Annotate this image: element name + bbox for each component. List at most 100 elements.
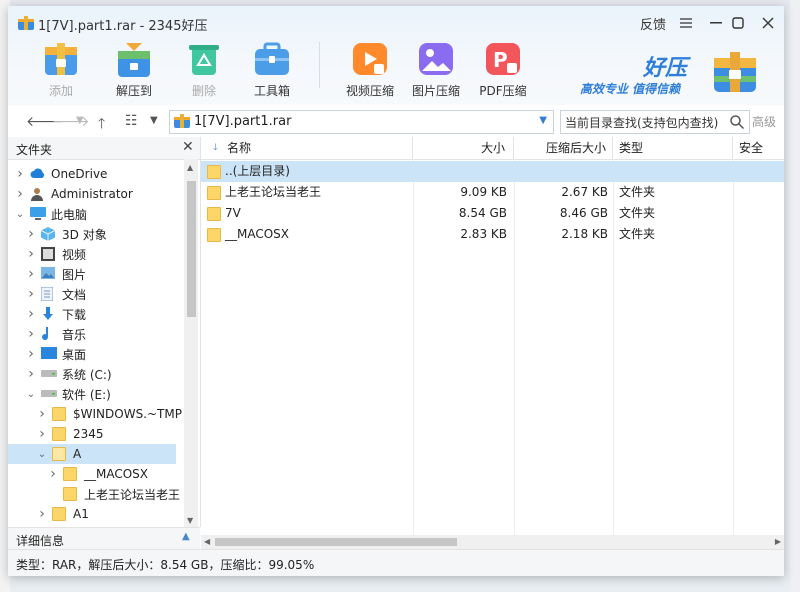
chevron-right-icon[interactable]: › (36, 426, 48, 442)
folder-tree-header: 文件夹 ✕ (8, 137, 200, 160)
tree-item[interactable]: ⌄ 此电脑 (8, 204, 87, 224)
chevron-right-icon[interactable]: › (25, 346, 37, 362)
tree-item-label: 3D 对象 (62, 227, 107, 242)
add-button[interactable]: 添加 (29, 39, 93, 103)
tree-item[interactable]: ⌄ A (8, 444, 176, 464)
feedback-link[interactable]: 反馈 (640, 14, 666, 33)
tree-item-label: __MACOSX (84, 467, 149, 481)
path-combobox[interactable]: 1[7V].part1.rar ▼ (169, 110, 554, 134)
tree-item-label: 上老王论坛当老王 (84, 487, 181, 502)
expand-details-icon[interactable]: ▲ (182, 531, 190, 542)
delete-button[interactable]: 删除 (172, 39, 236, 103)
scroll-right-icon[interactable]: ▶ (775, 537, 781, 546)
column-type[interactable]: 类型 (613, 137, 733, 159)
tree-item[interactable]: › A1 (8, 504, 89, 524)
image-compress-button[interactable]: 图片压缩 (404, 39, 468, 103)
path-dropdown-icon[interactable]: ▼ (539, 115, 547, 126)
toolbox-button[interactable]: 工具箱 (240, 39, 304, 103)
chevron-down-icon[interactable]: ⌄ (25, 389, 37, 400)
tree-item[interactable]: › 文档 (8, 284, 86, 304)
scroll-left-icon[interactable]: ◀ (204, 537, 210, 546)
row-type: 文件夹 (619, 206, 656, 220)
column-size[interactable]: 大小 (413, 137, 514, 159)
row-name: 上老王论坛当老王 (225, 185, 322, 199)
cube-icon (40, 227, 57, 241)
table-row[interactable]: 7V 8.54 GB 8.46 GB 文件夹 (201, 203, 784, 224)
tree-item[interactable]: › Administrator (8, 184, 133, 204)
chevron-right-icon[interactable]: › (36, 406, 48, 422)
search-icon[interactable] (729, 114, 745, 130)
chevron-right-icon[interactable]: › (25, 266, 37, 282)
tree-item[interactable]: ⌄ 软件 (E:) (8, 384, 111, 404)
tree-item[interactable]: › 音乐 (8, 324, 86, 344)
app-window: 1[7V].part1.rar - 2345好压 反馈 添加 解压到 删除 工具… (8, 6, 784, 576)
folder-icon (52, 427, 68, 441)
tree-item-label: 视频 (62, 247, 87, 262)
chevron-right-icon[interactable]: › (25, 286, 37, 302)
tree-scroll-thumb[interactable] (187, 181, 196, 317)
view-mode-icon[interactable]: ☷ (125, 113, 138, 129)
row-size: 2.83 KB (460, 227, 507, 241)
extract-button[interactable]: 解压到 (102, 39, 166, 103)
chevron-down-icon[interactable]: ⌄ (14, 209, 26, 220)
chevron-right-icon[interactable]: › (25, 226, 37, 242)
tree-item[interactable]: › __MACOSX (8, 464, 148, 484)
chevron-right-icon[interactable]: › (25, 326, 37, 342)
view-mode-chevron-icon[interactable]: ▼ (150, 115, 158, 126)
chevron-right-icon[interactable]: › (25, 306, 37, 322)
tree-item[interactable]: › OneDrive (8, 164, 107, 184)
tree-item[interactable]: › 图片 (8, 264, 86, 284)
folder-icon (63, 467, 79, 481)
history-chevron-icon[interactable]: ▼ (76, 115, 84, 126)
table-row[interactable]: __MACOSX 2.83 KB 2.18 KB 文件夹 (201, 224, 784, 245)
tree-item[interactable]: › 3D 对象 (8, 224, 107, 244)
chevron-right-icon[interactable]: › (25, 366, 37, 382)
tree-item[interactable]: › $WINDOWS.~TMP (8, 404, 182, 424)
chevron-right-icon[interactable]: › (14, 166, 26, 182)
close-tree-icon[interactable]: ✕ (182, 139, 194, 155)
maximize-icon[interactable] (725, 12, 751, 34)
row-size: 8.54 GB (458, 206, 507, 220)
close-icon[interactable] (755, 12, 781, 34)
video-compress-button[interactable]: 视频压缩 (338, 39, 402, 103)
chevron-down-icon[interactable]: ⌄ (36, 449, 48, 460)
menu-icon[interactable] (673, 12, 699, 34)
status-bar: 类型：RAR，解压后大小：8.54 GB，压缩比：99.05% (8, 549, 784, 576)
horizontal-scroll-thumb[interactable] (215, 538, 457, 546)
music-icon (41, 327, 57, 341)
tree-item-label: A1 (73, 507, 89, 521)
chevron-right-icon[interactable]: › (47, 466, 59, 482)
pdf-compress-button[interactable]: P PDF压缩 (471, 39, 535, 103)
tree-scrollbar[interactable]: ▲ ▼ (184, 159, 198, 527)
tree-item-label: 桌面 (62, 347, 87, 362)
tree-item[interactable]: 上老王论坛当老王 (8, 484, 180, 504)
chevron-right-icon[interactable]: › (25, 246, 37, 262)
horizontal-scrollbar[interactable]: ◀ ▶ (201, 535, 784, 549)
row-name: __MACOSX (225, 227, 290, 241)
tree-item[interactable]: › 下载 (8, 304, 86, 324)
tree-item[interactable]: › 2345 (8, 424, 103, 444)
table-row[interactable]: 上老王论坛当老王 9.09 KB 2.67 KB 文件夹 (201, 182, 784, 203)
row-type: 文件夹 (619, 227, 656, 241)
search-input[interactable]: 当前目录查找(支持包内查找) (560, 110, 750, 134)
tree-item[interactable]: › 系统 (C:) (8, 364, 111, 384)
column-packed-size[interactable]: 压缩后大小 (514, 137, 613, 159)
column-security[interactable]: 安全 (733, 137, 784, 159)
scroll-up-icon[interactable]: ▲ (187, 163, 193, 172)
tree-item[interactable]: › 视频 (8, 244, 86, 264)
column-name[interactable]: 🡓 名称 (201, 137, 413, 159)
tree-item[interactable]: › 桌面 (8, 344, 86, 364)
tree-item-label: 音乐 (62, 327, 87, 342)
details-panel-header[interactable]: 详细信息 ▲ (8, 527, 200, 550)
row-type: 文件夹 (619, 185, 656, 199)
chevron-right-icon[interactable]: › (14, 186, 26, 202)
scroll-down-icon[interactable]: ▼ (187, 516, 193, 525)
advanced-search-link[interactable]: 高级 (752, 113, 776, 130)
rar-file-icon (174, 114, 190, 128)
up-arrow-icon[interactable]: 🡑 (98, 113, 105, 137)
folder-icon (207, 207, 221, 221)
chevron-right-icon[interactable]: › (36, 506, 48, 522)
picture-icon (41, 267, 57, 281)
table-row[interactable]: ..(上层目录) (201, 161, 784, 182)
tree-item-label: 此电脑 (51, 207, 88, 222)
